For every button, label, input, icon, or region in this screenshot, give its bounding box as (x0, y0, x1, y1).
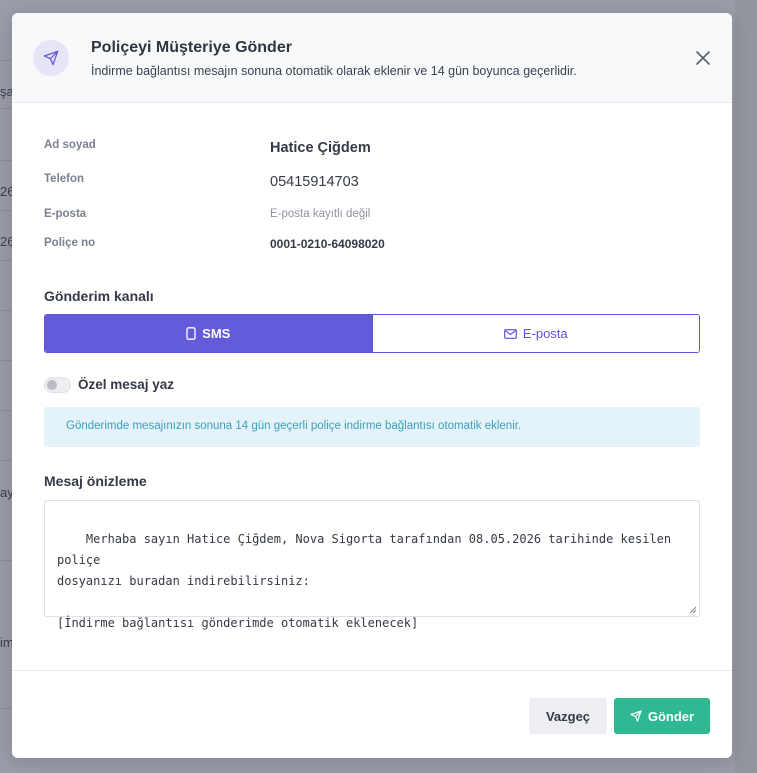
send-icon (630, 710, 642, 722)
modal-title: Poliçeyi Müşteriye Gönder (91, 39, 292, 56)
modal-header: Poliçeyi Müşteriye Gönder İndirme bağlan… (12, 13, 732, 103)
channel-title: Gönderim kanalı (44, 288, 154, 304)
email-value: E-posta kayıtlı değil (270, 208, 371, 220)
send-button-label: Gönder (647, 708, 695, 724)
send-policy-modal: Poliçeyi Müşteriye Gönder İndirme bağlan… (12, 13, 732, 758)
background-scroll-area (735, 0, 757, 773)
channel-sms-button[interactable]: SMS (45, 315, 372, 352)
modal-footer: Vazgeç Gönder (12, 670, 732, 758)
close-icon (696, 51, 710, 65)
cancel-button[interactable]: Vazgeç (529, 698, 607, 734)
modal-subtitle: İndirme bağlantısı mesajın sonuna otomat… (91, 64, 577, 78)
policy-value: 0001-0210-64098020 (270, 237, 385, 251)
channel-email-label: E-posta (522, 326, 568, 341)
custom-message-label: Özel mesaj yaz (78, 377, 175, 392)
preview-title: Mesaj önizleme (44, 473, 147, 489)
channel-selector: SMS E-posta (44, 314, 700, 353)
resize-handle-icon[interactable] (689, 606, 697, 614)
name-label: Ad soyad (44, 139, 96, 151)
close-button[interactable] (692, 47, 714, 69)
mail-icon (503, 328, 517, 339)
name-value: Hatice Çiğdem (270, 140, 371, 156)
message-preview-text: Merhaba sayın Hatice Çiğdem, Nova Sigort… (57, 532, 672, 630)
toggle-knob (47, 380, 57, 390)
send-button[interactable]: Gönder (614, 698, 710, 734)
phone-icon (186, 327, 196, 340)
phone-label: Telefon (44, 173, 85, 185)
custom-message-toggle[interactable] (44, 377, 71, 393)
send-icon (33, 40, 69, 76)
policy-label: Poliçe no (44, 237, 96, 249)
message-preview-textarea[interactable]: Merhaba sayın Hatice Çiğdem, Nova Sigort… (44, 500, 700, 630)
email-label: E-posta (44, 208, 87, 220)
phone-value: 05415914703 (270, 174, 359, 190)
channel-sms-label: SMS (202, 326, 231, 341)
info-alert: Gönderimde mesajınızın sonuna 14 gün geç… (44, 407, 700, 447)
channel-email-button[interactable]: E-posta (371, 315, 699, 352)
